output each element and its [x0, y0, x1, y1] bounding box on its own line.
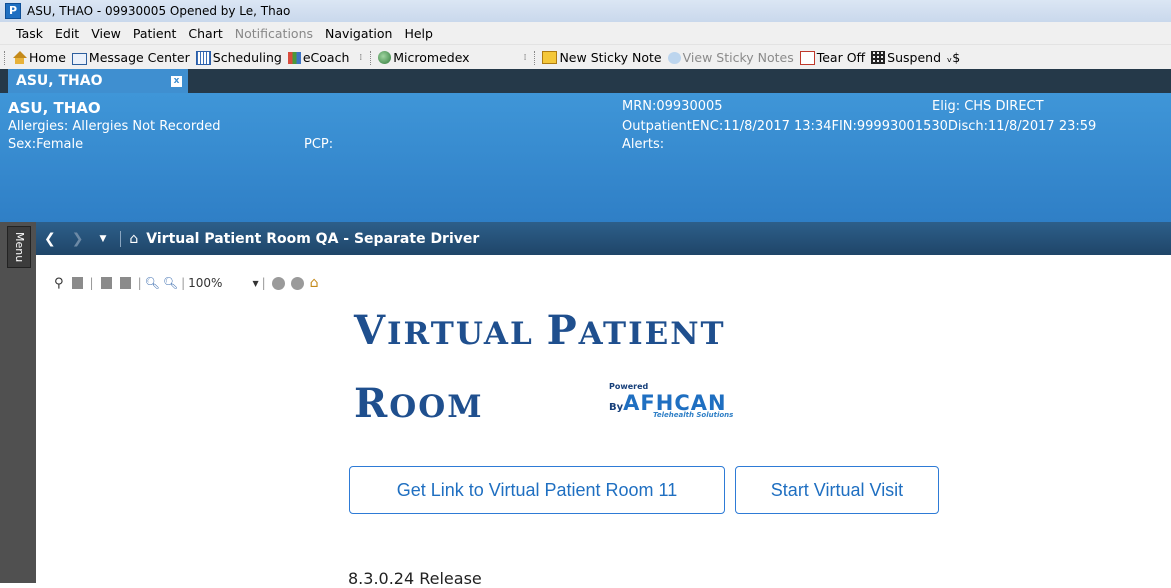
refresh-icon[interactable]: [290, 276, 304, 290]
next-page-icon[interactable]: [119, 277, 131, 289]
title-text: OOM: [389, 389, 484, 425]
side-menu-toggle[interactable]: Menu: [7, 226, 31, 268]
encounter-info: OutpatientENC:11/8/2017 13:34FIN:9999300…: [622, 119, 1097, 134]
title-letter: V: [354, 307, 388, 354]
logo-tagline: Telehealth Solutions: [653, 411, 734, 419]
toolbar-separator: ⁞: [523, 52, 527, 63]
release-version: 8.3.0.24 Release: [348, 569, 482, 588]
alerts: Alerts:: [622, 137, 665, 152]
patient-sex: Sex:Female: [8, 137, 84, 152]
overflow-icon[interactable]: ᵥ$: [947, 50, 960, 65]
home-button[interactable]: Home: [12, 50, 66, 65]
view-sticky-notes-icon: [667, 51, 681, 64]
patient-banner: ASU, THAO Allergies: Allergies Not Recor…: [0, 93, 1171, 222]
menu-edit[interactable]: Edit: [49, 26, 85, 41]
calendar-icon: [195, 50, 211, 65]
suspend-label: Suspend: [887, 50, 942, 65]
history-dropdown-icon[interactable]: ▼: [99, 234, 106, 244]
vpr-title-line1: VIRTUAL PATIENT: [354, 307, 726, 354]
micromedex-icon: [378, 51, 392, 64]
zoom-dropdown-icon[interactable]: ▼: [252, 279, 258, 288]
menu-view[interactable]: View: [85, 26, 127, 41]
scheduling-label: Scheduling: [212, 50, 282, 65]
app-icon: P: [5, 3, 21, 19]
suspend-button[interactable]: Suspend: [871, 50, 941, 65]
menu-help[interactable]: Help: [398, 26, 439, 41]
toolbar-separator: ⁞: [359, 52, 363, 63]
message-center-button[interactable]: Message Center: [71, 50, 190, 65]
back-arrow-icon[interactable]: ❮: [44, 231, 56, 247]
home-label: Home: [29, 50, 66, 65]
suspend-icon: [871, 51, 886, 64]
home-icon: [12, 50, 27, 65]
main-toolbar: Home Message Center Scheduling eCoach ⁞ …: [0, 44, 1171, 70]
menu-notifications[interactable]: Notifications: [229, 26, 319, 41]
tear-off-icon: [799, 50, 815, 65]
home-icon[interactable]: ⌂: [310, 275, 319, 291]
micromedex-button[interactable]: Micromedex: [378, 50, 470, 65]
menu-patient[interactable]: Patient: [127, 26, 183, 41]
close-icon[interactable]: x: [171, 75, 182, 87]
viewer-separator: |: [181, 276, 186, 290]
eligibility: Elig: CHS DIRECT: [932, 99, 1044, 114]
micromedex-label: Micromedex: [393, 50, 470, 65]
stop-icon[interactable]: [271, 276, 285, 290]
zoom-in-icon[interactable]: 🔍︎: [163, 276, 178, 290]
tear-off-label: Tear Off: [816, 50, 866, 65]
start-virtual-visit-button[interactable]: Start Virtual Visit: [735, 466, 939, 514]
menu-task[interactable]: Task: [10, 26, 49, 41]
toolbar-grip[interactable]: [4, 50, 8, 65]
zoom-level[interactable]: 100%: [188, 276, 222, 290]
sticky-note-icon: [542, 51, 558, 64]
new-sticky-note-label: New Sticky Note: [559, 50, 662, 65]
navigation-bar: ❮ ❯ ▼ ⌂ Virtual Patient Room QA - Separa…: [36, 222, 1171, 255]
pcp: PCP:: [304, 137, 334, 152]
page-title: Virtual Patient Room QA - Separate Drive…: [146, 230, 480, 247]
logo-powered: Powered: [609, 382, 649, 391]
patient-name: ASU, THAO: [8, 99, 101, 117]
menu-chart[interactable]: Chart: [182, 26, 228, 41]
menu-navigation[interactable]: Navigation: [319, 26, 398, 41]
ecoach-button[interactable]: eCoach: [287, 50, 350, 65]
viewer-toolbar: ⚲ | | 🔍︎ 🔍︎ | 100% ▼ | ⌂: [54, 275, 319, 291]
patient-tab[interactable]: ASU, THAO x: [8, 69, 188, 93]
toolbar-grip[interactable]: [370, 50, 374, 65]
allergies: Allergies: Allergies Not Recorded: [8, 119, 221, 134]
view-sticky-notes-button[interactable]: View Sticky Notes: [667, 50, 794, 65]
window-titlebar: P ASU, THAO - 09930005 Opened by Le, Tha…: [0, 0, 1171, 22]
scheduling-button[interactable]: Scheduling: [195, 50, 282, 65]
title-text: ATIENT: [578, 316, 726, 352]
view-sticky-notes-label: View Sticky Notes: [682, 50, 794, 65]
tear-off-button[interactable]: Tear Off: [799, 50, 866, 65]
message-center-icon: [71, 52, 87, 65]
viewer-separator: |: [89, 276, 94, 290]
message-center-label: Message Center: [88, 50, 190, 65]
nav-divider: [120, 230, 122, 247]
menu-bar: Task Edit View Patient Chart Notificatio…: [0, 22, 1171, 44]
window-title: ASU, THAO - 09930005 Opened by Le, Thao: [27, 4, 291, 18]
prev-page-icon[interactable]: [100, 277, 112, 289]
page-icon[interactable]: [71, 277, 83, 289]
viewer-separator: |: [137, 276, 142, 290]
viewer-separator: |: [261, 276, 266, 290]
home-icon[interactable]: ⌂: [129, 231, 138, 247]
new-sticky-note-button[interactable]: New Sticky Note: [542, 50, 662, 65]
mrn: MRN:09930005: [622, 99, 723, 114]
content-area: ⚲ | | 🔍︎ 🔍︎ | 100% ▼ | ⌂ VIRTUAL PATIENT…: [36, 255, 1171, 588]
title-letter: P: [546, 307, 579, 354]
ecoach-icon: [287, 51, 301, 64]
patient-tab-label: ASU, THAO: [16, 73, 103, 89]
title-letter: R: [354, 380, 390, 427]
title-text: IRTUAL: [387, 316, 547, 352]
afhcan-logo: Powered ByAFHCAN Telehealth Solutions: [609, 382, 733, 419]
vpr-title-line2: ROOM: [354, 380, 484, 427]
zoom-out-icon[interactable]: 🔍︎: [145, 276, 160, 290]
find-icon[interactable]: ⚲: [54, 276, 64, 291]
forward-arrow-icon[interactable]: ❯: [72, 231, 84, 247]
side-menu-rail: [0, 222, 36, 583]
ecoach-label: eCoach: [302, 50, 350, 65]
toolbar-grip[interactable]: [534, 50, 538, 65]
logo-by: By: [609, 402, 624, 413]
get-link-button[interactable]: Get Link to Virtual Patient Room 11: [349, 466, 725, 514]
